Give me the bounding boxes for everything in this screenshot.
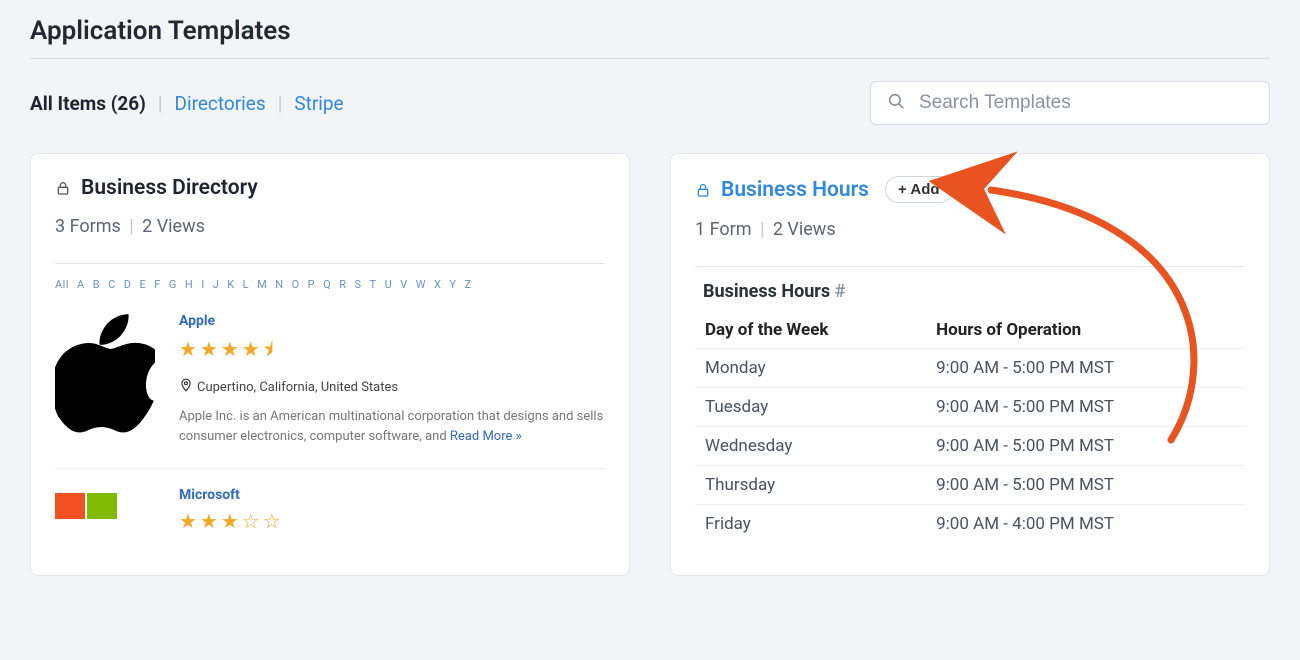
entry-description: Apple Inc. is an American multinational … bbox=[179, 407, 605, 446]
location-row: Cupertino, California, United States bbox=[179, 377, 605, 397]
location-text: Cupertino, California, United States bbox=[197, 380, 398, 395]
list-item: Apple ★★★★⯨ Cupertino, California, Unite… bbox=[55, 309, 605, 458]
alphabet-letter[interactable]: X bbox=[434, 278, 441, 291]
alphabet-letter[interactable]: A bbox=[77, 278, 85, 291]
pin-icon bbox=[179, 377, 193, 397]
cell-day: Wednesday bbox=[695, 427, 926, 466]
table-row: Thursday9:00 AM - 5:00 PM MST bbox=[695, 466, 1245, 505]
star-rating: ★★★☆☆ bbox=[179, 509, 605, 533]
cell-hours: 9:00 AM - 5:00 PM MST bbox=[926, 427, 1245, 466]
card-title: Business Directory bbox=[81, 176, 258, 200]
alphabet-letter[interactable]: J bbox=[213, 278, 220, 291]
alphabet-letter[interactable]: R bbox=[339, 278, 346, 291]
alphabet-letter[interactable]: N bbox=[275, 278, 283, 291]
divider bbox=[695, 266, 1245, 267]
search-box[interactable] bbox=[870, 81, 1270, 125]
alphabet-letter[interactable]: Y bbox=[449, 278, 456, 291]
separator: | bbox=[129, 216, 133, 237]
alphabet-letter[interactable]: W bbox=[416, 278, 426, 291]
apple-logo-icon bbox=[55, 313, 155, 446]
alphabet-letter[interactable]: O bbox=[292, 278, 300, 291]
add-button[interactable]: + Add bbox=[885, 176, 953, 203]
col-day: Day of the Week bbox=[695, 312, 926, 349]
card-title-link[interactable]: Business Hours bbox=[721, 178, 869, 202]
table-row: Monday9:00 AM - 5:00 PM MST bbox=[695, 349, 1245, 388]
card-subtitle: 3 Forms | 2 Views bbox=[55, 216, 605, 237]
search-input[interactable] bbox=[919, 92, 1253, 114]
alphabet-letter[interactable]: D bbox=[124, 278, 132, 291]
table-row: Tuesday9:00 AM - 5:00 PM MST bbox=[695, 388, 1245, 427]
alphabet-letter[interactable]: All bbox=[55, 278, 69, 291]
alphabet-letter[interactable]: Q bbox=[323, 278, 331, 291]
cell-day: Tuesday bbox=[695, 388, 926, 427]
hours-table: Day of the Week Hours of Operation Monda… bbox=[695, 312, 1245, 543]
views-count: 2 Views bbox=[142, 216, 205, 237]
filter-directories[interactable]: Directories bbox=[175, 92, 266, 115]
alphabet-letter[interactable]: L bbox=[243, 278, 249, 291]
cell-hours: 9:00 AM - 5:00 PM MST bbox=[926, 349, 1245, 388]
alphabet-letter[interactable]: Z bbox=[465, 278, 472, 291]
separator: | bbox=[760, 219, 764, 240]
cell-hours: 9:00 AM - 4:00 PM MST bbox=[926, 505, 1245, 544]
divider bbox=[55, 263, 605, 264]
alphabet-letter[interactable]: F bbox=[154, 278, 161, 291]
col-hours: Hours of Operation bbox=[926, 312, 1245, 349]
cell-day: Thursday bbox=[695, 466, 926, 505]
card-business-directory: Business Directory 3 Forms | 2 Views All… bbox=[30, 153, 630, 576]
search-icon bbox=[887, 92, 905, 114]
cell-day: Friday bbox=[695, 505, 926, 544]
views-count: 2 Views bbox=[773, 219, 836, 240]
page-title: Application Templates bbox=[30, 16, 1270, 58]
alphabet-letter[interactable]: K bbox=[227, 278, 234, 291]
microsoft-logo-icon bbox=[55, 493, 155, 525]
hours-table-title: Business Hours # bbox=[703, 281, 1245, 302]
lock-icon bbox=[695, 181, 711, 199]
separator: | bbox=[278, 92, 283, 115]
alphabet-letter[interactable]: G bbox=[169, 278, 177, 291]
alphabet-letter[interactable]: E bbox=[139, 278, 146, 291]
table-row: Wednesday9:00 AM - 5:00 PM MST bbox=[695, 427, 1245, 466]
card-subtitle: 1 Form | 2 Views bbox=[695, 219, 1245, 240]
filter-row: All Items (26) | Directories | Stripe bbox=[30, 81, 1270, 125]
forms-count: 1 Form bbox=[695, 219, 752, 240]
alphabet-filter: All ABCDEFGHIJKLMNOPQRSTUVWXYZ bbox=[55, 278, 605, 291]
cell-day: Monday bbox=[695, 349, 926, 388]
filter-tabs: All Items (26) | Directories | Stripe bbox=[30, 92, 344, 115]
forms-count: 3 Forms bbox=[55, 216, 121, 237]
alphabet-letter[interactable]: I bbox=[201, 278, 205, 291]
alphabet-letter[interactable]: C bbox=[108, 278, 116, 291]
alphabet-letter[interactable]: U bbox=[385, 278, 393, 291]
alphabet-letter[interactable]: B bbox=[93, 278, 100, 291]
entry-name-link[interactable]: Microsoft bbox=[179, 487, 605, 503]
alphabet-letter[interactable]: M bbox=[257, 278, 267, 291]
entry-name-link[interactable]: Apple bbox=[179, 313, 605, 329]
star-rating: ★★★★⯨ bbox=[179, 335, 605, 369]
alphabet-letter[interactable]: S bbox=[354, 278, 361, 291]
alphabet-letter[interactable]: T bbox=[370, 278, 377, 291]
card-business-hours: Business Hours + Add 1 Form | 2 Views Bu… bbox=[670, 153, 1270, 576]
read-more-link[interactable]: Read More » bbox=[450, 429, 522, 444]
lock-icon bbox=[55, 179, 71, 197]
alphabet-letter[interactable]: P bbox=[308, 278, 315, 291]
filter-stripe[interactable]: Stripe bbox=[294, 92, 343, 115]
divider bbox=[55, 468, 605, 469]
cell-hours: 9:00 AM - 5:00 PM MST bbox=[926, 466, 1245, 505]
divider bbox=[30, 58, 1270, 59]
filter-all[interactable]: All Items (26) bbox=[30, 92, 146, 115]
separator: | bbox=[158, 92, 163, 115]
cell-hours: 9:00 AM - 5:00 PM MST bbox=[926, 388, 1245, 427]
list-item: Microsoft ★★★☆☆ bbox=[55, 483, 605, 553]
table-row: Friday9:00 AM - 4:00 PM MST bbox=[695, 505, 1245, 544]
alphabet-letter[interactable]: H bbox=[185, 278, 193, 291]
alphabet-letter[interactable]: V bbox=[400, 278, 408, 291]
